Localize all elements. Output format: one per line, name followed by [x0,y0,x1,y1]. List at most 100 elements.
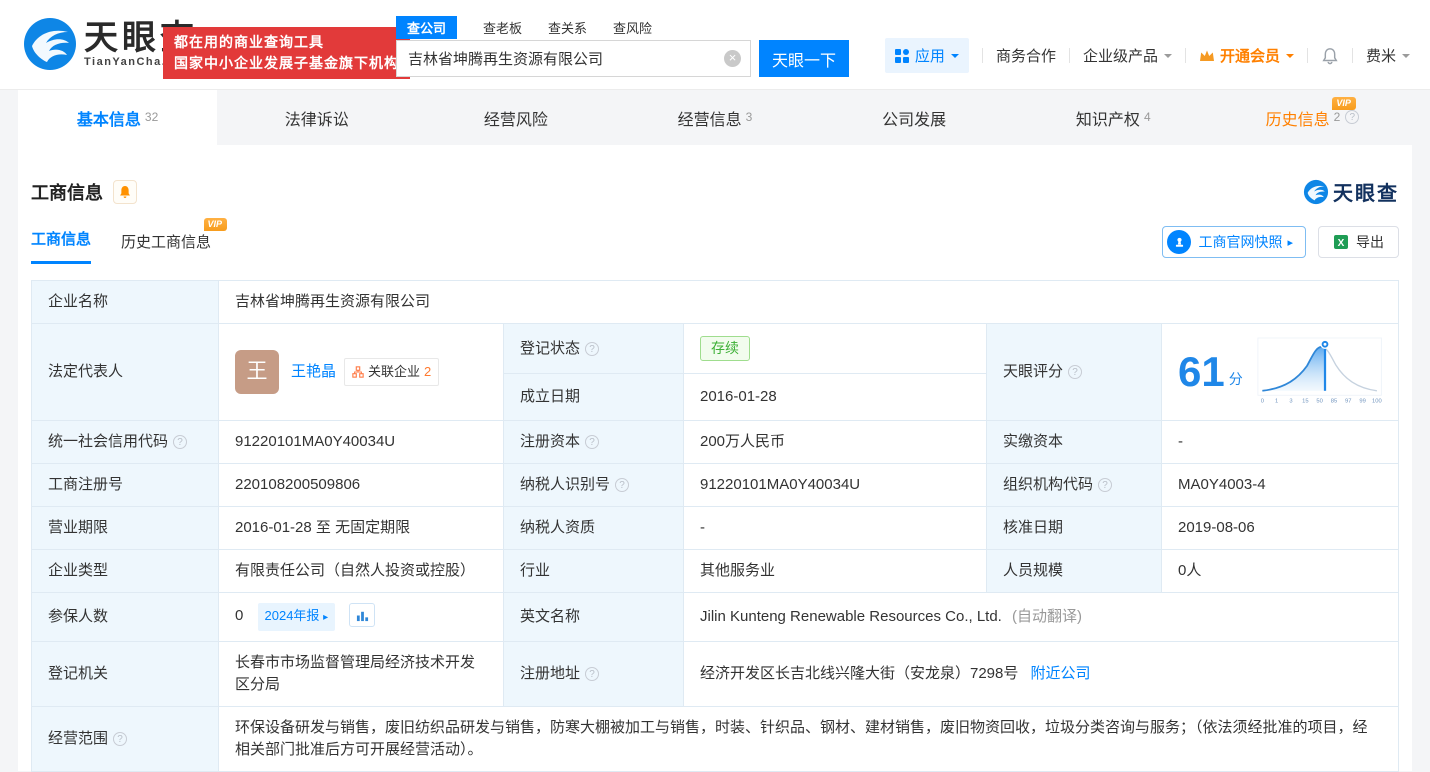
subtab-business-info[interactable]: 工商信息 [31,228,91,264]
org-network-icon [352,366,364,378]
tab-count: 4 [1144,110,1151,124]
table-row: 参保人数 0 2024年报 ▸ 英文名称 Jilin Kunteng Renew [32,593,1399,642]
taxpayer-no-value: 91220101MA0Y40034U [684,464,987,507]
nav-cooperation[interactable]: 商务合作 [996,45,1056,66]
status-badge: 存续 [700,336,750,361]
section-title: 工商信息 [31,179,103,205]
company-type-label: 企业类型 [32,550,219,593]
tab-history-info[interactable]: VIP 历史信息 2 ? [1213,90,1412,145]
legal-rep-name-link[interactable]: 王艳晶 [291,361,336,383]
search-area: 查公司 查老板 查关系 查风险 × 天眼一下 [396,16,849,77]
tianyancha-watermark-icon [1303,179,1329,205]
export-button[interactable]: X 导出 [1318,226,1399,258]
reg-capital-label: 注册资本? [504,421,684,464]
annual-report-chip[interactable]: 2024年报 ▸ [258,603,336,631]
taxpayer-quality-value: - [684,507,987,550]
nav-username: 费米 [1366,45,1396,66]
search-button[interactable]: 天眼一下 [759,40,849,77]
established-value: 2016-01-28 [684,374,987,421]
official-snapshot-button[interactable]: 工商官网快照 ▸ [1162,226,1306,258]
slogan-line-1: 都在用的商业查询工具 [174,32,399,53]
divider [1352,48,1353,63]
help-icon[interactable]: ? [585,435,599,449]
search-tab-boss[interactable]: 查老板 [483,18,522,37]
help-icon[interactable]: ? [585,342,599,356]
svg-text:0: 0 [1260,398,1263,404]
export-label: 导出 [1356,232,1384,252]
excel-icon: X [1333,234,1349,250]
help-icon[interactable]: ? [1345,110,1359,124]
tab-intellectual-property[interactable]: 知识产权 4 [1014,90,1213,145]
table-row: 营业期限 2016-01-28 至 无固定期限 纳税人资质 - 核准日期 201… [32,507,1399,550]
help-icon[interactable]: ? [1098,478,1112,492]
search-tab-risk[interactable]: 查风险 [613,18,652,37]
nav-open-vip[interactable]: 开通会员 [1199,45,1294,66]
help-icon[interactable]: ? [615,478,629,492]
nav-enterprise-label: 企业级产品 [1083,45,1158,66]
svg-text:100: 100 [1372,398,1382,404]
svg-text:50: 50 [1316,398,1322,404]
staff-size-value: 0人 [1162,550,1399,593]
help-icon[interactable]: ? [173,435,187,449]
reg-no-value: 220108200509806 [219,464,504,507]
tab-label: 经营信息 [678,106,742,130]
search-tab-relation[interactable]: 查关系 [548,18,587,37]
svg-text:X: X [1338,238,1345,249]
divider [982,48,983,63]
insured-count: 0 [235,607,243,624]
tab-operation-risk[interactable]: 经营风险 [416,90,615,145]
header: 天眼查 TianYanCha.com 都在用的商业查询工具 国家中小企业发展子基… [0,0,1430,90]
industry-label: 行业 [504,550,684,593]
related-companies-badge[interactable]: 关联企业 2 [344,358,439,386]
nav-enterprise[interactable]: 企业级产品 [1083,45,1172,66]
vip-badge: VIP [1332,97,1356,110]
table-row: 企业类型 有限责任公司（自然人投资或控股） 行业 其他服务业 人员规模 0人 [32,550,1399,593]
search-input[interactable] [396,40,751,77]
monitor-bell-icon[interactable] [113,180,137,204]
tab-label: 法律诉讼 [285,106,349,130]
section-header: 工商信息 天眼查 [31,177,1399,206]
business-info-table: 企业名称 吉林省坤腾再生资源有限公司 法定代表人 王 王艳晶 关 [31,280,1399,772]
help-icon[interactable]: ? [1068,365,1082,379]
staff-size-label: 人员规模 [987,550,1162,593]
tab-basic-info[interactable]: 基本信息 32 [18,90,217,145]
slogan-line-2: 国家中小企业发展子基金旗下机构 [174,53,399,74]
tab-company-development[interactable]: 公司发展 [815,90,1014,145]
help-icon[interactable]: ? [585,667,599,681]
english-name-value: Jilin Kunteng Renewable Resources Co., L… [700,608,1002,625]
notification-bell-icon[interactable] [1321,47,1339,65]
subtab-row: 工商信息 VIP 历史工商信息 工商官网快照 ▸ X [31,226,1399,264]
table-row: 经营范围? 环保设备研发与销售，废旧纺织品研发与销售，防寒大棚被加工与销售，时装… [32,707,1399,772]
established-label: 成立日期 [504,374,684,421]
nav-user-menu[interactable]: 费米 [1366,45,1410,66]
trend-chart-icon[interactable] [349,603,375,627]
main-content: 工商信息 天眼查 工商信息 VIP 历史工商信息 [18,145,1412,771]
avatar[interactable]: 王 [235,350,279,394]
table-row: 法定代表人 王 王艳晶 关联企业 2 [32,324,1399,374]
help-icon[interactable]: ? [113,732,127,746]
svg-text:85: 85 [1330,398,1336,404]
related-companies-label: 关联企业 [368,361,420,383]
tab-count: 32 [145,110,158,124]
tab-label: 公司发展 [882,106,946,130]
snapshot-label: 工商官网快照 [1198,232,1282,252]
slogan-banner: 都在用的商业查询工具 国家中小企业发展子基金旗下机构 [163,27,410,79]
tab-business-info[interactable]: 经营信息 3 [615,90,814,145]
tab-count: 3 [746,110,753,124]
approved-label: 核准日期 [987,507,1162,550]
arrow-right-icon: ▸ [1287,236,1293,249]
address-value: 经济开发区长吉北线兴隆大街（安龙泉）7298号 [700,665,1018,682]
svg-text:15: 15 [1302,398,1308,404]
tab-legal-lawsuits[interactable]: 法律诉讼 [217,90,416,145]
nearby-companies-link[interactable]: 附近公司 [1031,665,1091,682]
company-name-value: 吉林省坤腾再生资源有限公司 [219,281,1399,324]
taxpayer-quality-label: 纳税人资质 [504,507,684,550]
clear-search-icon[interactable]: × [724,50,741,67]
score-cell: 61 分 [1162,324,1399,421]
svg-text:3: 3 [1289,398,1292,404]
insured-cell: 0 2024年报 ▸ [219,593,504,642]
vip-badge: VIP [204,218,228,231]
nav-apps-button[interactable]: 应用 [885,38,969,73]
search-tab-company[interactable]: 查公司 [396,16,457,39]
subtab-history-business-info[interactable]: VIP 历史工商信息 [121,231,211,264]
